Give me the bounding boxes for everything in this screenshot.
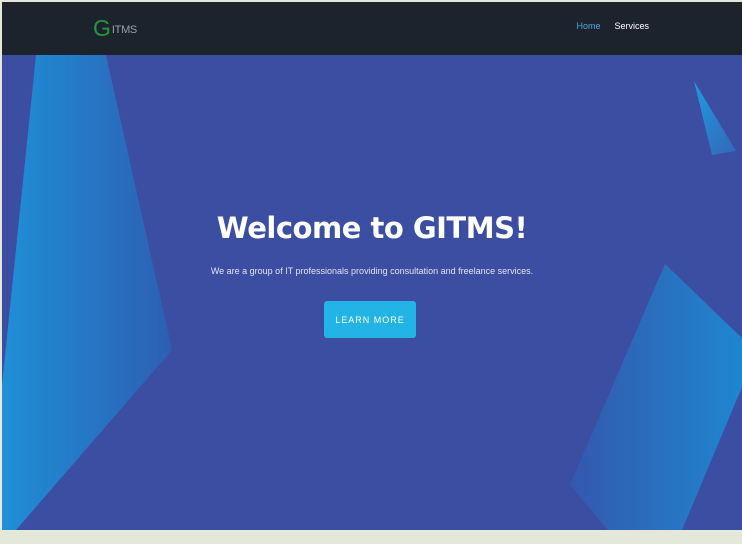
hero-subtitle: We are a group of IT professionals provi… <box>210 266 534 276</box>
main-nav: Home Services <box>576 21 649 31</box>
left-shard-shape <box>2 55 172 530</box>
brand-logo[interactable]: G ITMS <box>93 16 137 40</box>
hero-decorative-shapes <box>2 55 742 530</box>
navbar: G ITMS Home Services <box>2 2 742 55</box>
hero-title: Welcome to GITMS! <box>216 211 528 245</box>
page: G ITMS Home Services Welcome to GITMS! W… <box>2 2 742 530</box>
nav-item-home[interactable]: Home <box>576 21 600 31</box>
hero-section: Welcome to GITMS! We are a group of IT p… <box>2 55 742 530</box>
logo-initial: G <box>93 15 111 41</box>
logo-text: ITMS <box>111 24 137 36</box>
learn-more-button[interactable]: LEARN MORE <box>324 301 416 338</box>
top-right-shard-shape <box>694 81 736 155</box>
nav-item-services[interactable]: Services <box>614 21 649 31</box>
bottom-right-shard-shape <box>570 264 742 530</box>
